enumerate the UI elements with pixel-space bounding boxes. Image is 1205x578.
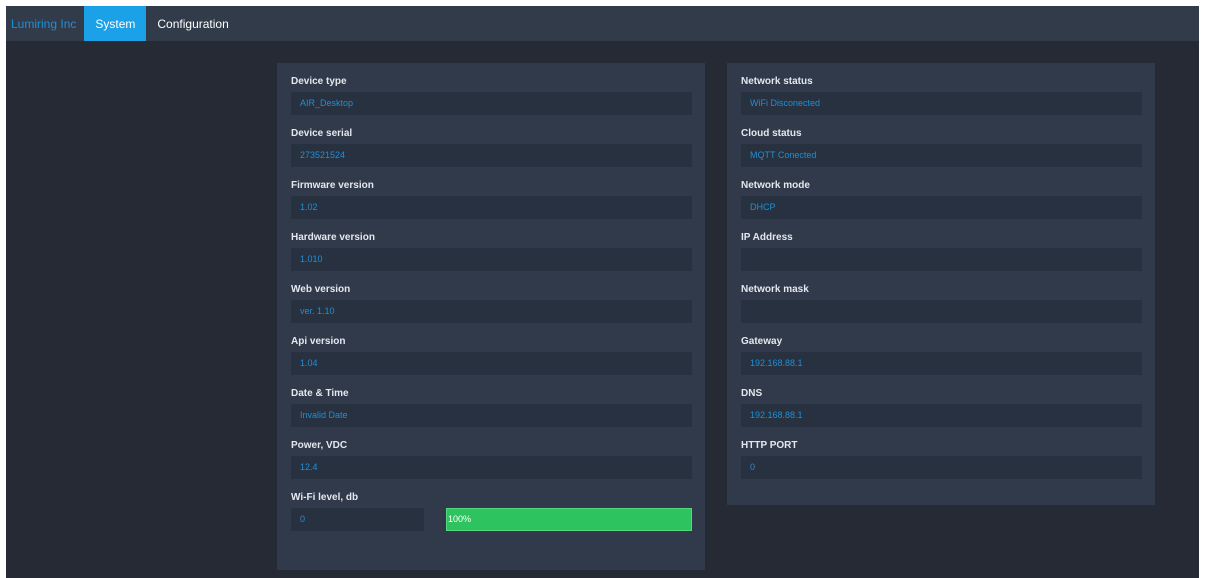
field-value [741,300,1142,323]
field-label: Network mode [741,180,810,191]
field-dns: DNS 192.168.88.1 [741,384,1142,436]
field-wifi-level: Wi-Fi level, db 0 100% [291,488,692,540]
wifi-level-value: 0 [291,508,424,531]
app-window: Lumiring Inc System Configuration Device… [6,6,1199,578]
field-label: Date & Time [291,388,349,399]
top-navbar: Lumiring Inc System Configuration [6,6,1199,41]
network-info-panel: Network status WiFi Disconected Cloud st… [727,63,1155,505]
tab-system[interactable]: System [84,6,147,41]
field-firmware-version: Firmware version 1.02 [291,176,692,228]
wifi-row: 0 100% [291,508,692,531]
field-api-version: Api version 1.04 [291,332,692,384]
field-device-type: Device type AIR_Desktop [291,72,692,124]
brand-link[interactable]: Lumiring Inc [6,6,84,41]
field-label: Power, VDC [291,440,348,451]
field-label: Firmware version [291,180,374,191]
field-label: Cloud status [741,128,802,139]
field-label: Web version [291,284,351,295]
field-label: HTTP PORT [741,440,798,451]
field-web-version: Web version ver. 1.10 [291,280,692,332]
wifi-progress-text: 100% [448,514,472,524]
field-value [741,248,1142,271]
field-label: Gateway [741,336,783,347]
field-cloud-status: Cloud status MQTT Conected [741,124,1142,176]
field-label: IP Address [741,232,793,243]
field-value: 1.02 [291,196,692,219]
field-value: 1.04 [291,352,692,375]
field-value: ver. 1.10 [291,300,692,323]
field-value: AIR_Desktop [291,92,692,115]
field-label: DNS [741,388,763,399]
field-label: Device type [291,76,347,87]
field-label: Device serial [291,128,353,139]
field-date-time: Date & Time Invalid Date [291,384,692,436]
field-label: Network mask [741,284,809,295]
field-value: 192.168.88.1 [741,404,1142,427]
wifi-progress-bar: 100% [446,508,692,531]
field-label: Wi-Fi level, db [291,492,359,503]
field-label: Hardware version [291,232,375,243]
field-value: 0 [741,456,1142,479]
field-hardware-version: Hardware version 1.010 [291,228,692,280]
field-network-mask: Network mask [741,280,1142,332]
field-value: 192.168.88.1 [741,352,1142,375]
field-label: Api version [291,336,346,347]
field-value: 1.010 [291,248,692,271]
field-power-vdc: Power, VDC 12.4 [291,436,692,488]
field-network-status: Network status WiFi Disconected [741,72,1142,124]
field-device-serial: Device serial 273521524 [291,124,692,176]
field-network-mode: Network mode DHCP [741,176,1142,228]
tab-configuration[interactable]: Configuration [146,6,239,41]
field-label: Network status [741,76,813,87]
device-info-panel: Device type AIR_Desktop Device serial 27… [277,63,705,570]
field-value: WiFi Disconected [741,92,1142,115]
field-http-port: HTTP PORT 0 [741,436,1142,488]
field-ip-address: IP Address [741,228,1142,280]
field-gateway: Gateway 192.168.88.1 [741,332,1142,384]
field-value: 273521524 [291,144,692,167]
field-value: DHCP [741,196,1142,219]
field-value: MQTT Conected [741,144,1142,167]
field-value: Invalid Date [291,404,692,427]
field-value: 12.4 [291,456,692,479]
wifi-progress-fill [446,508,692,531]
